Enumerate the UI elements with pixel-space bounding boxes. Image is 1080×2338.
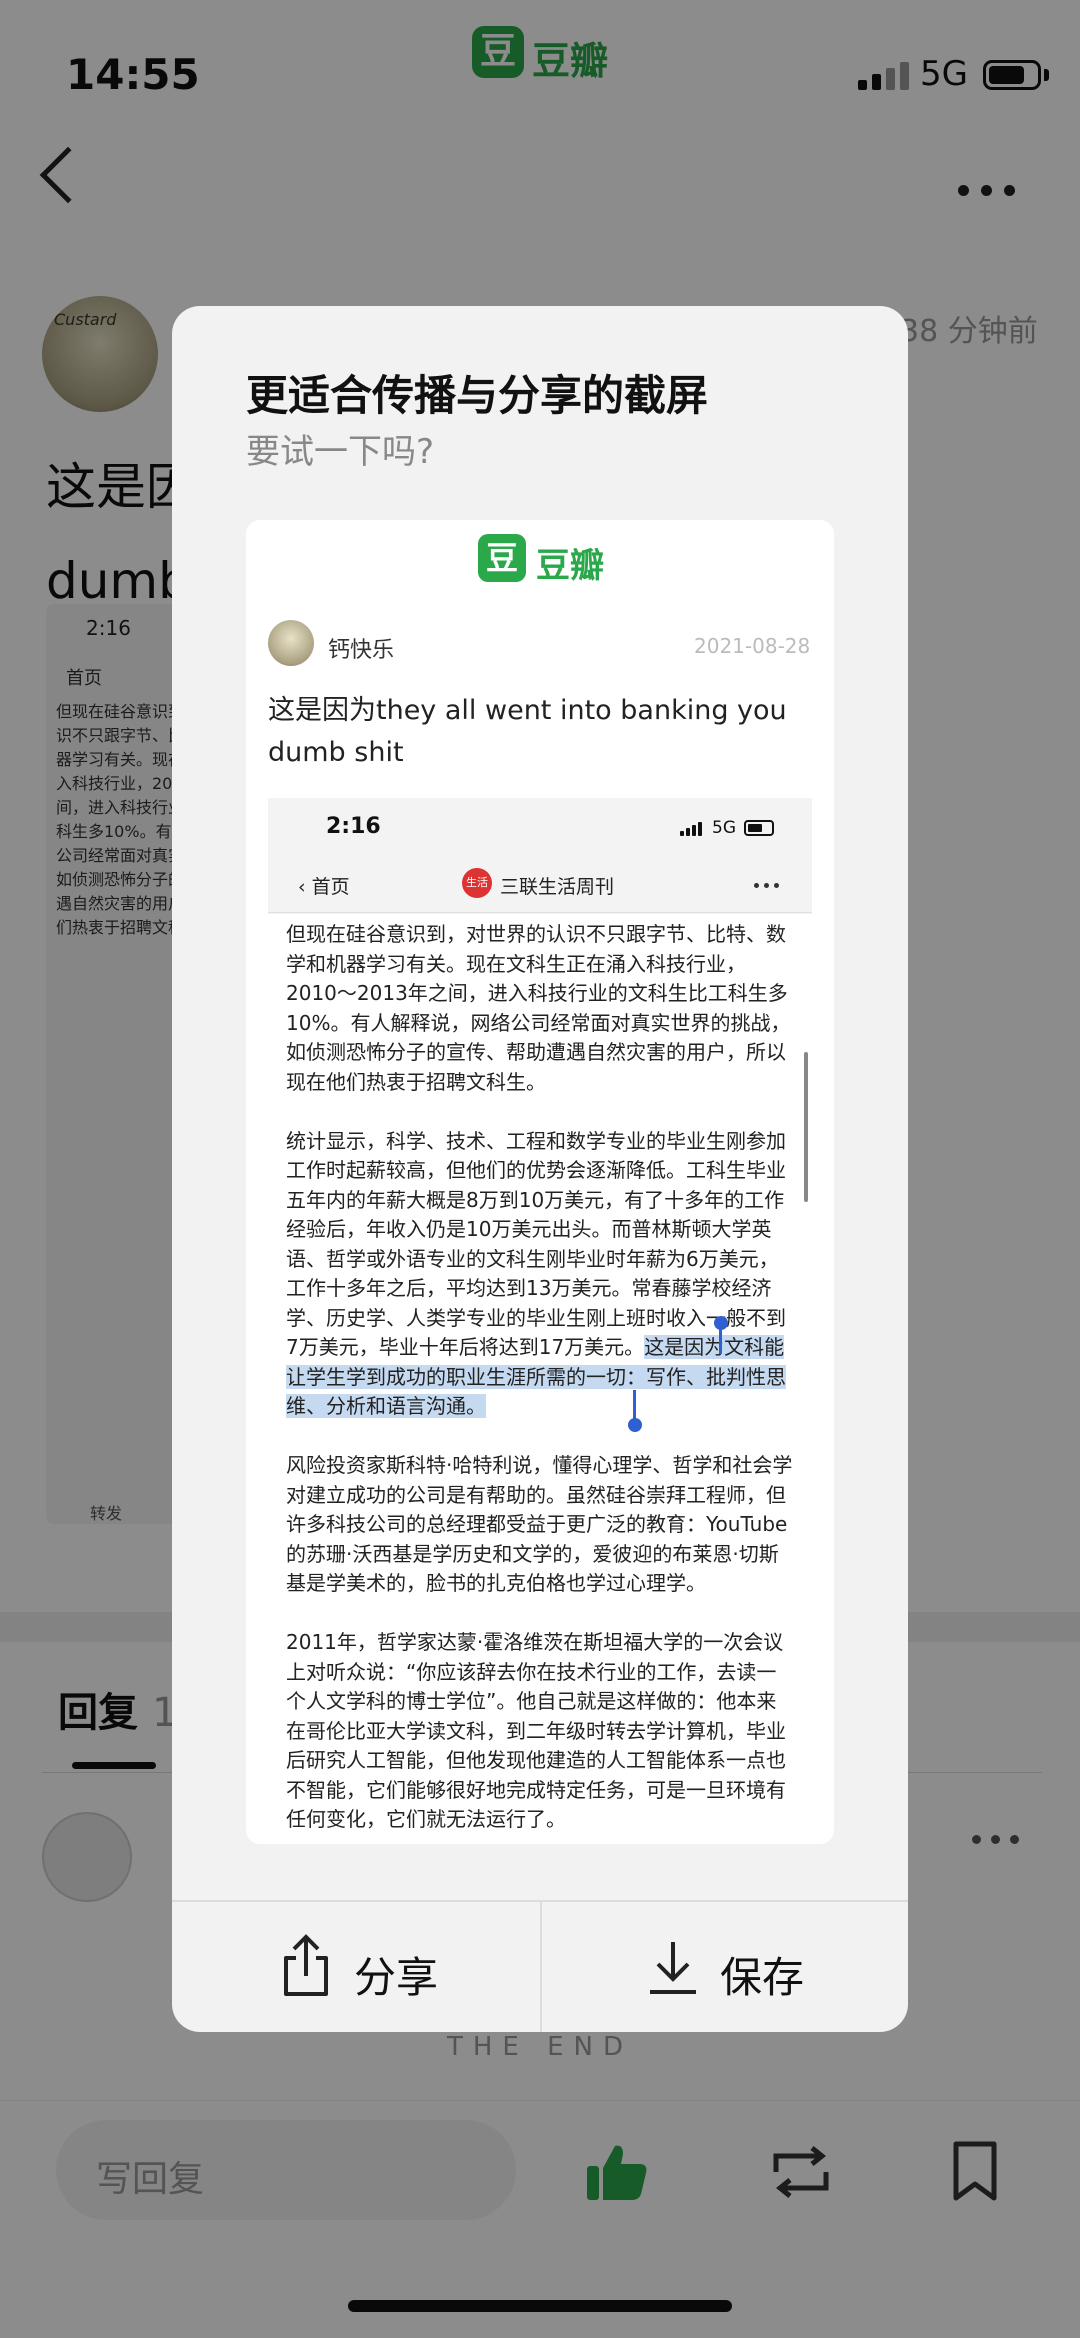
- selection-handle-end-bar: [633, 1390, 636, 1420]
- article-paragraph: 2011年，哲学家达蒙·霍洛维茨在斯坦福大学的一次会议上对听众说：“你应该辞去你…: [286, 1630, 786, 1831]
- selection-handle-end: [628, 1418, 642, 1432]
- modal-button-separator: [540, 1902, 542, 2032]
- card-douban-logo-icon: 豆: [478, 534, 526, 582]
- modal-subtitle: 要试一下吗?: [246, 432, 435, 472]
- embedded-divider: [268, 912, 812, 913]
- card-author: 钙快乐: [328, 638, 395, 663]
- article-paragraph-stats: 统计显示，科学、技术、工程和数学专业的毕业生刚参加工作时起薪较高，但他们的优势会…: [286, 1127, 796, 1422]
- share-button[interactable]: 分享: [354, 1944, 438, 2005]
- embedded-more-icon: [754, 883, 779, 888]
- modal-title: 更适合传播与分享的截屏: [246, 371, 709, 420]
- source-logo-icon: 生活: [462, 868, 492, 898]
- embedded-battery-icon: [744, 820, 774, 836]
- embedded-network: 5G: [712, 818, 736, 838]
- download-icon[interactable]: [646, 1938, 700, 1998]
- save-button[interactable]: 保存: [720, 1944, 804, 2005]
- article-paragraph: 风险投资家斯科特·哈特利说，懂得心理学、哲学和社会学对建立成功的公司是有帮助的。…: [286, 1453, 793, 1595]
- card-date: 2021-08-28: [694, 634, 811, 658]
- embedded-source: 三联生活周刊: [500, 876, 615, 898]
- card-douban-logo-text: 豆瓣: [536, 546, 604, 586]
- embedded-scrollbar: [804, 1052, 808, 1202]
- embedded-time: 2:16: [326, 814, 381, 839]
- card-text: 这是因为they all went into banking you dumb …: [268, 695, 787, 768]
- share-icon[interactable]: [280, 1934, 332, 1998]
- embedded-signal-icon: [680, 822, 702, 836]
- article-paragraph: 但现在硅谷意识到，对世界的认识不只跟字节、比特、数学和机器学习有关。现在文科生正…: [286, 922, 791, 1094]
- embedded-article-text: 但现在硅谷意识到，对世界的认识不只跟字节、比特、数学和机器学习有关。现在文科生正…: [286, 920, 796, 1864]
- selection-handle-start-bar: [719, 1328, 722, 1354]
- embedded-back: ‹ 首页: [298, 876, 350, 898]
- stats-text: 统计显示，科学、技术、工程和数学专业的毕业生刚参加工作时起薪较高，但他们的优势会…: [286, 1128, 786, 1360]
- embedded-back-label: 首页: [311, 876, 350, 898]
- card-author-avatar: [268, 620, 314, 666]
